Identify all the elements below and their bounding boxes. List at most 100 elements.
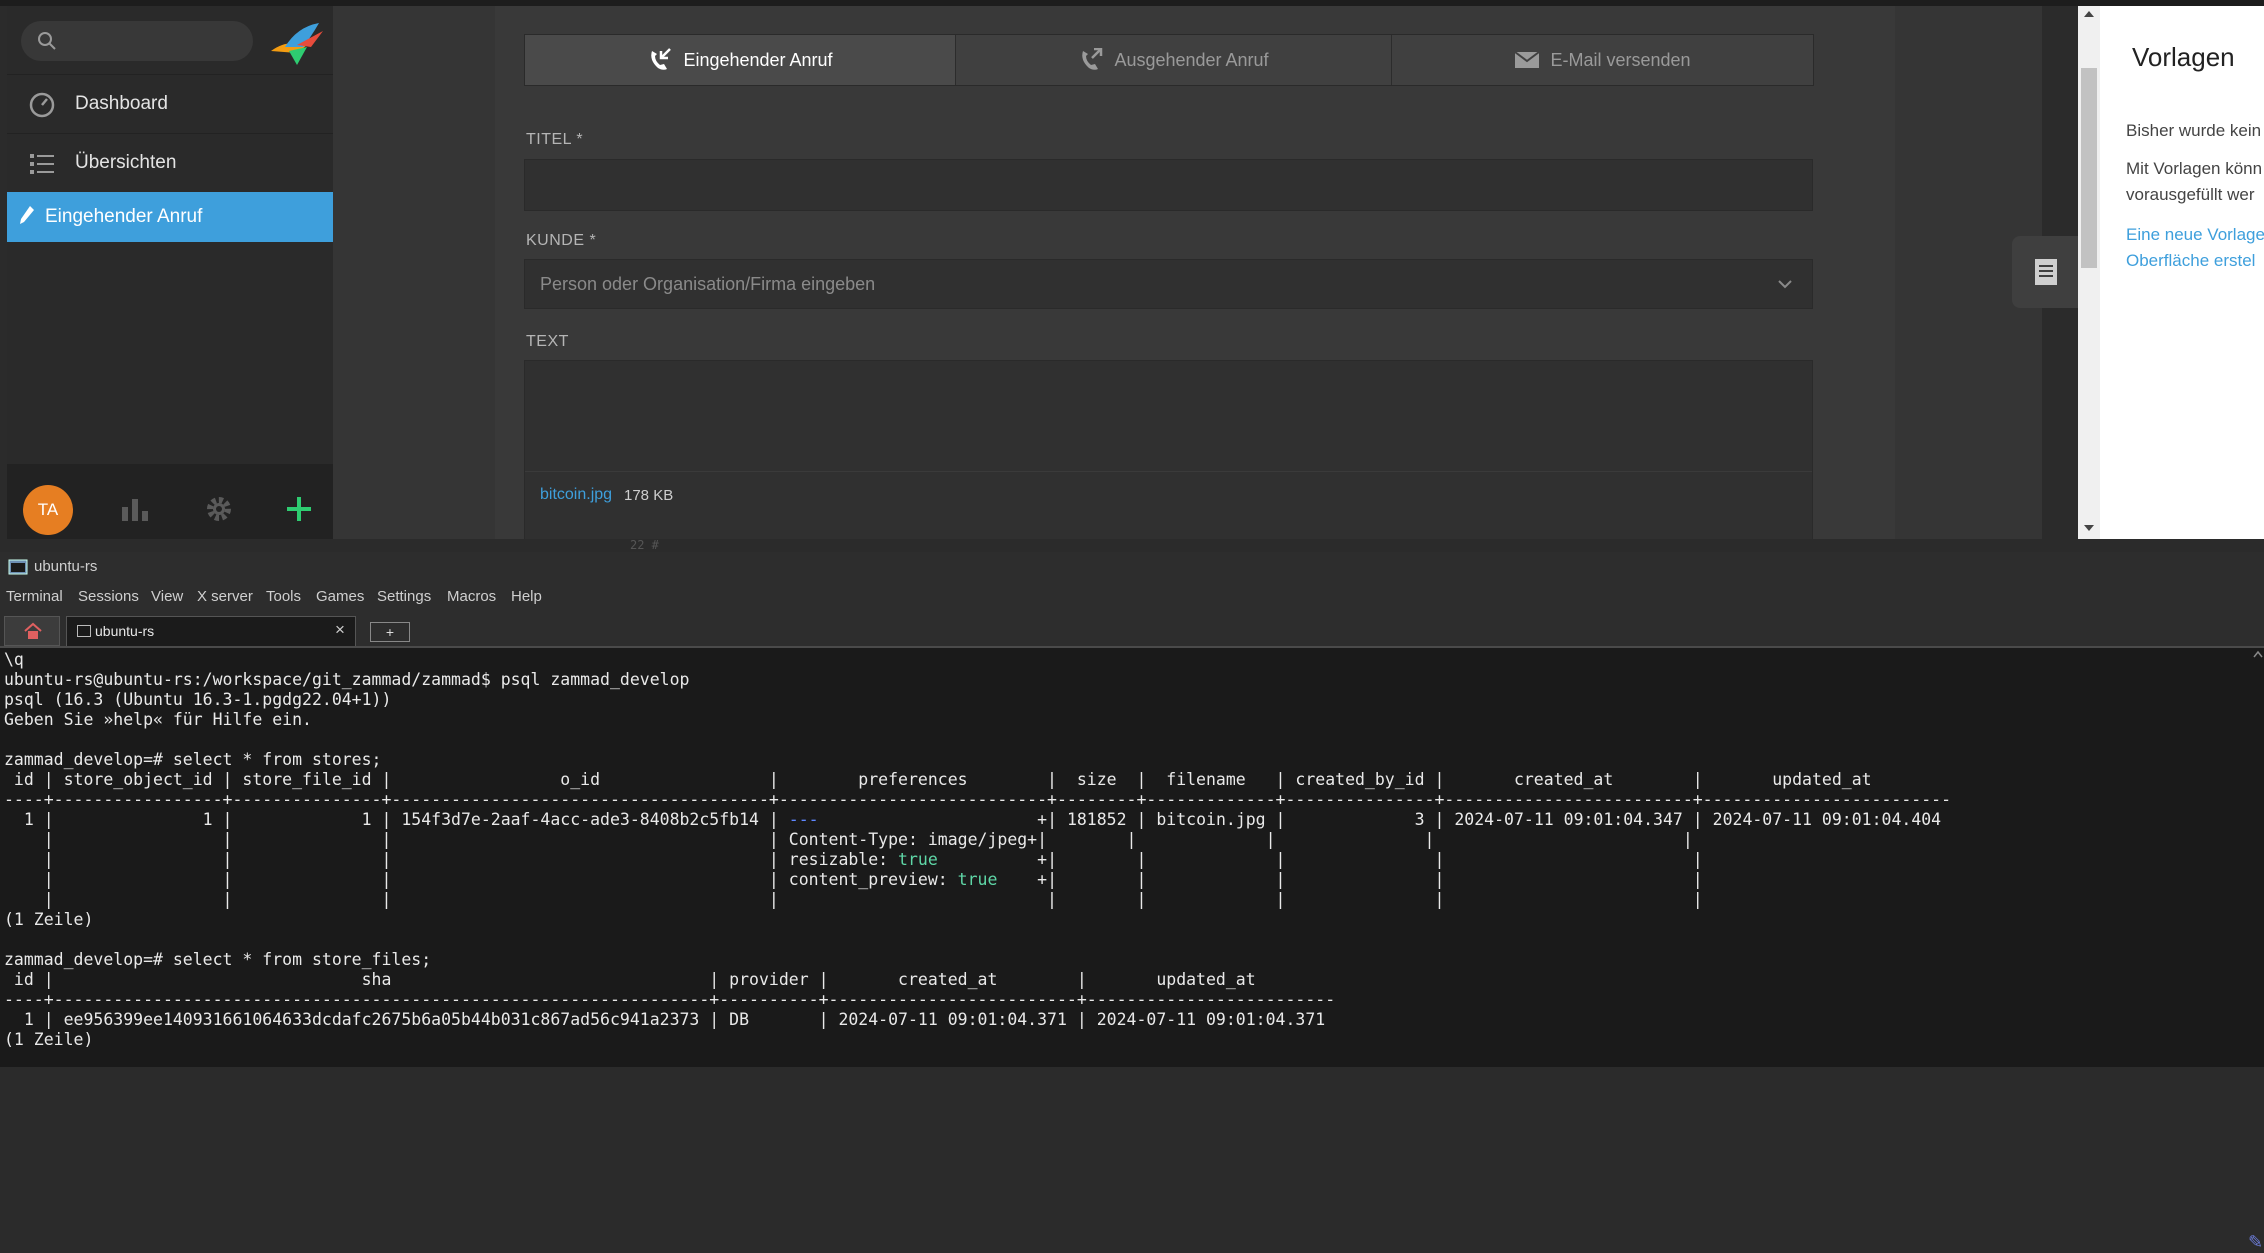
- terminal-line: id | sha | provider | created_at | updat…: [4, 970, 1256, 989]
- terminal-line: psql (16.3 (Ubuntu 16.3-1.pgdg22.04+1)): [4, 690, 392, 709]
- tab-label: ubuntu-rs: [95, 623, 155, 639]
- menu-terminal[interactable]: Terminal: [6, 588, 63, 605]
- sidebar-item-label: Eingehender Anruf: [45, 206, 203, 227]
- background-code-fragment: 22 #: [630, 538, 659, 550]
- terminal-line: ubuntu-rs@ubuntu-rs:/workspace/git_zamma…: [4, 670, 690, 689]
- new-tab-button[interactable]: +: [370, 622, 410, 642]
- tab-outgoing-call[interactable]: Ausgehender Anruf: [956, 35, 1392, 85]
- terminal-output[interactable]: \q ubuntu-rs@ubuntu-rs:/workspace/git_zam…: [0, 648, 2264, 1067]
- dashboard-icon: [29, 92, 55, 118]
- navigation-sidebar: Dashboard Übersichten Eingehender Anruf …: [7, 6, 333, 539]
- templates-help-text: Mit Vorlagen könn: [2126, 159, 2263, 178]
- sidebar-item-label: Dashboard: [75, 93, 168, 114]
- zammad-logo-icon[interactable]: [267, 21, 325, 67]
- terminal-line: (1 Zeile): [4, 1030, 94, 1049]
- terminal-window-titlebar[interactable]: ubuntu-rs: [0, 552, 2264, 582]
- customer-select[interactable]: Person oder Organisation/Firma eingeben: [524, 259, 1813, 309]
- sidebar-item-dashboard[interactable]: Dashboard: [7, 74, 333, 132]
- create-template-link[interactable]: Eine neue Vorlage: [2126, 222, 2264, 248]
- reports-icon[interactable]: [119, 493, 151, 525]
- menu-macros[interactable]: Macros: [447, 588, 496, 605]
- terminal-icon: [77, 625, 91, 637]
- chevron-down-icon: [1778, 280, 1792, 289]
- text-label: TEXT: [526, 333, 569, 350]
- title-input[interactable]: [524, 159, 1813, 211]
- phone-outgoing-icon: [1082, 48, 1103, 70]
- terminal-line: | | | | Content-Type: image/jpeg+| | | |…: [4, 830, 1693, 849]
- templates-title: Vorlagen: [2132, 42, 2235, 72]
- templates-empty-text: Bisher wurde kein: [2126, 121, 2262, 140]
- terminal-text: \q ubuntu-rs@ubuntu-rs:/workspace/git_zam…: [4, 650, 1951, 1050]
- tab-send-email[interactable]: E-Mail versenden: [1392, 35, 1813, 85]
- customer-placeholder: Person oder Organisation/Firma eingeben: [540, 274, 876, 294]
- tab-label: E-Mail versenden: [1550, 49, 1691, 70]
- pencil-icon: [20, 206, 34, 224]
- terminal-line: | | | | content_preview: true +| | | | |: [4, 870, 1703, 889]
- home-icon: [24, 622, 42, 639]
- terminal-scrollbar[interactable]: [2252, 648, 2264, 1067]
- terminal-line: | | | | | | | | |: [4, 890, 1703, 909]
- sidebar-item-incoming-call[interactable]: Eingehender Anruf: [7, 192, 333, 242]
- avatar[interactable]: TA: [23, 485, 73, 535]
- customer-label: KUNDE *: [526, 232, 597, 249]
- terminal-app-icon: [8, 559, 28, 575]
- document-icon: [2035, 259, 2057, 285]
- page-scrollbar[interactable]: [2078, 6, 2100, 539]
- phone-incoming-icon: [651, 48, 672, 70]
- attachment-link[interactable]: bitcoin.jpg: [540, 486, 612, 504]
- terminal-line: (1 Zeile): [4, 910, 94, 929]
- templates-panel: Vorlagen Bisher wurde kein Mit Vorlagen …: [2100, 6, 2264, 539]
- menu-games[interactable]: Games: [316, 588, 364, 605]
- tab-home[interactable]: [4, 616, 60, 646]
- tab-incoming-call[interactable]: Eingehender Anruf: [525, 35, 956, 85]
- menu-view[interactable]: View: [151, 588, 183, 605]
- terminal-line: 1 | ee956399ee140931661064633dcdafc2675b…: [4, 1010, 1326, 1029]
- menu-tools[interactable]: Tools: [266, 588, 301, 605]
- terminal-line: id | store_object_id | store_file_id | o…: [4, 770, 1872, 789]
- sidebar-footer: TA: [7, 464, 333, 539]
- sidebar-item-label: Übersichten: [75, 152, 177, 173]
- gear-icon[interactable]: [203, 493, 235, 525]
- menu-settings[interactable]: Settings: [377, 588, 431, 605]
- window-title: ubuntu-rs: [34, 558, 98, 575]
- terminal-line: 1 | 1 | 1 | 154f3d7e-2aaf-4acc-ade3-8408…: [4, 810, 1942, 829]
- create-template-link[interactable]: Oberfläche erstel: [2126, 248, 2255, 274]
- terminal-line: | | | | resizable: true +| | | | |: [4, 850, 1703, 869]
- menu-bar: Terminal Sessions View X server Tools Ga…: [0, 582, 2264, 612]
- tab-ubuntu-rs[interactable]: ubuntu-rs ×: [66, 616, 356, 646]
- text-editor[interactable]: bitcoin.jpg 178 KB: [524, 360, 1813, 539]
- add-icon[interactable]: [283, 493, 315, 525]
- terminal-tab-bar: ubuntu-rs × + ✎: [0, 612, 2264, 1252]
- search-input[interactable]: [21, 21, 253, 61]
- terminal-line: ----+-----------------------------------…: [4, 990, 1336, 1009]
- templates-help-text: vorausgefüllt wer: [2126, 185, 2255, 204]
- close-icon[interactable]: ×: [335, 620, 345, 640]
- scroll-down-icon[interactable]: [2083, 524, 2095, 532]
- scroll-up-icon[interactable]: [2253, 650, 2263, 658]
- envelope-icon: [1514, 51, 1541, 68]
- attachment-size: 178 KB: [624, 487, 674, 504]
- terminal-line: ----+-----------------+---------------+-…: [4, 790, 1952, 809]
- attachment-divider: [525, 471, 1812, 472]
- menu-help[interactable]: Help: [511, 588, 542, 605]
- templates-toggle-button[interactable]: [2012, 236, 2078, 308]
- terminal-line: \q: [4, 650, 24, 669]
- sidebar-item-overviews[interactable]: Übersichten: [7, 133, 333, 191]
- ticket-type-tabs: Eingehender Anruf Ausgehender Anruf E-Ma…: [524, 34, 1814, 86]
- terminal-line: zammad_develop=# select * from stores;: [4, 750, 382, 769]
- content-background: [333, 6, 495, 539]
- terminal-line: zammad_develop=# select * from store_fil…: [4, 950, 432, 969]
- scrollbar-thumb[interactable]: [2081, 68, 2097, 268]
- scroll-up-icon[interactable]: [2083, 10, 2095, 18]
- title-label: TITEL *: [526, 131, 584, 148]
- tab-label: Ausgehender Anruf: [1114, 49, 1269, 70]
- menu-x-server[interactable]: X server: [197, 588, 253, 605]
- terminal-line: Geben Sie »help« für Hilfe ein.: [4, 710, 312, 729]
- paperclip-icon[interactable]: ✎: [2248, 1232, 2263, 1253]
- list-icon: [30, 154, 54, 174]
- tab-label: Eingehender Anruf: [683, 49, 833, 70]
- menu-sessions[interactable]: Sessions: [78, 588, 139, 605]
- search-icon: [38, 32, 56, 50]
